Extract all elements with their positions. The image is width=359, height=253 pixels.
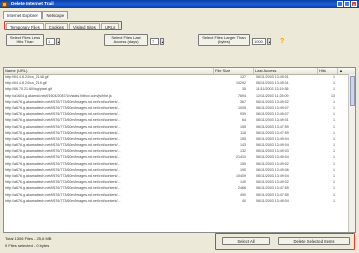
delete-selected-button[interactable]: Delete Selected Items [278,237,350,245]
tab-cookies[interactable]: Cookies [44,22,68,30]
cell-last-access: 06/11/2003 13:49:04 [256,198,289,203]
app-window: Delete Internet Trail _ □ × Internet Exp… [0,0,359,253]
select-all-button[interactable]: Select All [222,237,270,245]
tab-visited-sites[interactable]: Visited Sites [68,22,100,30]
select-last-access-button[interactable]: Select Files Last Access (days) [104,34,148,47]
days-spin-button[interactable]: ▲ [160,38,164,45]
window-title: Delete Internet Trail [11,1,54,6]
cell-url: http://a676.g.akamaitech.net/f/676/773/6… [5,198,121,203]
cell-hits: 1 [333,198,335,203]
maximize-button[interactable]: □ [344,1,350,7]
title-bar: Delete Internet Trail _ □ × [0,0,359,8]
files-table: Name (URL) File Size Last Access Hits ▲ … [3,67,356,233]
status-selected: 0 Files selected - 0 bytes [5,243,50,248]
status-total: Total 1306 Files - 25,6 MB [5,236,52,241]
tab-internet-explorer[interactable]: Internet Explorer [3,11,42,19]
size-value-input[interactable]: 1000 [252,38,266,45]
vertical-scrollbar[interactable] [348,74,355,232]
close-button[interactable]: × [351,1,357,7]
cell-file-size: 40 [242,198,246,203]
days-value-input[interactable]: 7 [150,38,159,45]
select-last-access-group: Select Files Last Access (days) [104,34,148,47]
tab-netscape[interactable]: Netscape [42,11,69,19]
minimize-button[interactable]: _ [337,1,343,7]
scrollbar-thumb[interactable] [349,76,355,106]
browser-tabs: Internet Explorer Netscape [3,11,69,19]
filter-controls: Select Files Less Hits Than 1 ▲ Select F… [6,34,356,50]
table-row[interactable]: http://a676.g.akamaitech.net/f/676/773/6… [4,198,355,204]
hits-spin-button[interactable]: ▲ [56,38,60,45]
select-larger-than-group: Select Files Larger Than (bytes) [198,34,250,47]
size-spin-button[interactable]: ▲ [267,38,271,45]
select-less-hits-group: Select Files Less Hits Than [6,34,44,47]
data-tabs: Temporary Files Cookies Visited Sites UR… [4,21,123,30]
action-buttons-group: Select All Delete Selected Items [215,233,355,250]
tab-temporary-files[interactable]: Temporary Files [6,22,44,30]
app-icon [2,1,7,7]
table-body: http://64.4.8.24/cn_2148.gif 137 06/11/200… [4,74,355,204]
tab-urls[interactable]: URLs [100,22,120,30]
help-icon[interactable]: ? [280,38,284,45]
select-larger-than-button[interactable]: Select Files Larger Than (bytes) [198,34,250,47]
hits-value-input[interactable]: 1 [46,38,55,45]
select-less-hits-button[interactable]: Select Files Less Hits Than [6,34,44,47]
